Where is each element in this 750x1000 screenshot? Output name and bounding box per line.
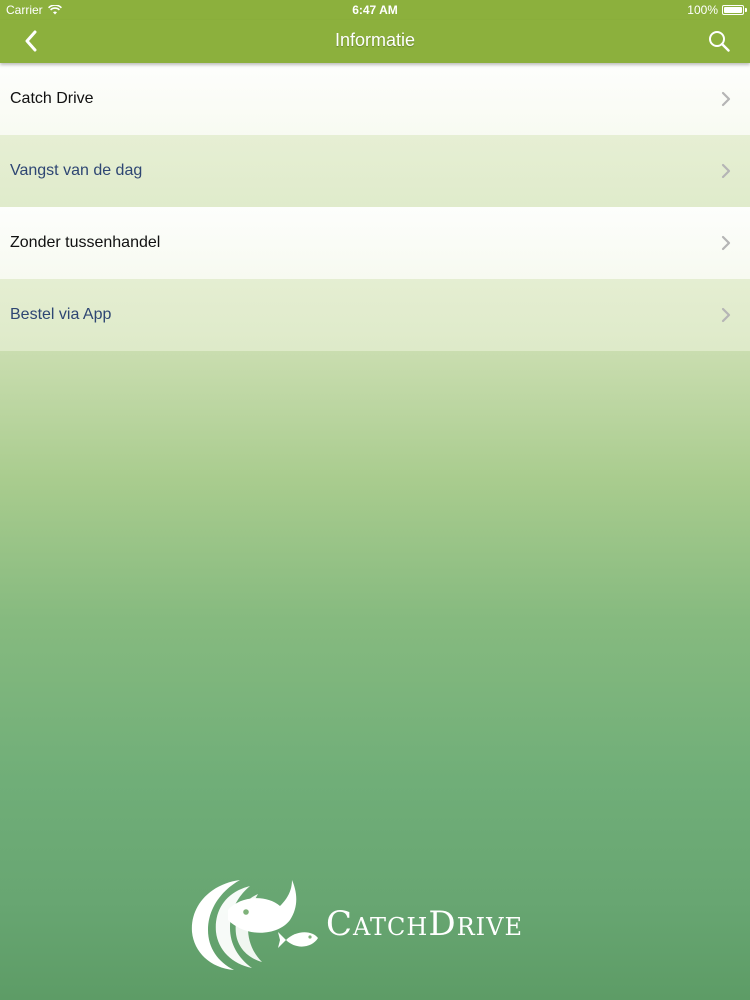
menu-item-zonder-tussenhandel[interactable]: Zonder tussenhandel [0,207,750,279]
menu-item-label: Vangst van de dag [10,162,143,179]
battery-icon [722,5,747,15]
fish-logo-icon [191,880,318,970]
page-title: Informatie [334,30,416,50]
battery-percent: 100% [687,3,718,17]
status-time: 6:47 AM [352,3,398,17]
navigation-bar: Informatie [0,20,750,63]
logo-wordmark: CatchDrive [326,904,523,944]
menu-item-catch-drive[interactable]: Catch Drive [0,63,750,135]
chevron-right-icon [721,91,731,107]
search-icon [709,31,730,52]
info-menu-list: Catch Drive Vangst van de dag Zonder tus… [0,63,750,351]
status-right: 100% [687,3,747,17]
catchdrive-logo: CatchDrive [188,876,568,972]
status-bar: Carrier 6:47 AM 100% [0,0,750,20]
app-screen: Carrier 6:47 AM 100% Informatie Catch Dr… [0,0,750,1000]
search-button[interactable] [702,26,736,56]
menu-item-label: Bestel via App [10,306,112,323]
menu-item-label: Catch Drive [10,90,94,107]
menu-item-bestel-via-app[interactable]: Bestel via App [0,279,750,351]
menu-item-label: Zonder tussenhandel [10,234,161,251]
chevron-right-icon [721,163,731,179]
chevron-right-icon [721,307,731,323]
chevron-right-icon [721,235,731,251]
menu-item-vangst-van-de-dag[interactable]: Vangst van de dag [0,135,750,207]
